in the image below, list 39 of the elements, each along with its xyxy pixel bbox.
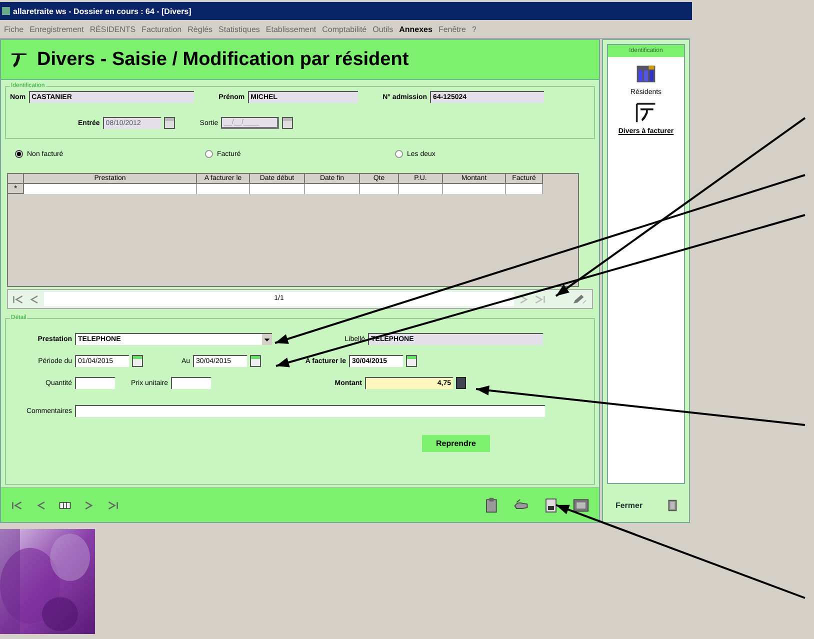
window-icon[interactable] [573, 497, 589, 513]
form-title: Divers - Saisie / Modification par résident [37, 48, 409, 70]
radio-button[interactable] [395, 150, 403, 158]
bar-chart-icon[interactable] [634, 63, 657, 85]
calendar-icon[interactable] [164, 117, 175, 129]
app-icon [2, 7, 10, 15]
table-cell[interactable] [197, 184, 250, 194]
window-title: allaretraite ws - Dossier en cours : 64 - [Divers] [13, 6, 192, 16]
door-icon [668, 498, 677, 512]
calendar-icon[interactable] [132, 355, 143, 367]
calendar-icon[interactable] [250, 355, 261, 367]
previous-record-icon[interactable] [35, 500, 47, 510]
page-icon[interactable] [543, 497, 559, 513]
clipboard-icon[interactable] [483, 497, 499, 513]
input-field[interactable] [75, 377, 115, 389]
menu-item[interactable]: Annexes [399, 24, 432, 34]
table-cell[interactable] [250, 184, 305, 194]
table-cell[interactable] [360, 184, 399, 194]
table-cell[interactable] [399, 184, 443, 194]
new-row-marker: * [8, 184, 24, 194]
input-field[interactable] [171, 377, 211, 389]
previous-record-icon[interactable] [28, 294, 40, 304]
calendar-icon[interactable] [282, 117, 294, 129]
brush-icon[interactable] [634, 102, 657, 124]
next-record-icon[interactable] [518, 294, 530, 304]
calendar-icon[interactable] [406, 355, 417, 367]
reprendre-button[interactable]: Reprendre [422, 435, 490, 452]
last-record-icon[interactable] [107, 500, 119, 510]
table-cell[interactable] [305, 184, 360, 194]
radio-button[interactable] [15, 150, 23, 158]
first-record-icon[interactable] [11, 500, 23, 510]
comment-field[interactable] [75, 405, 545, 417]
first-record-icon[interactable] [12, 294, 24, 304]
table-cell[interactable] [443, 184, 506, 194]
close-button[interactable]: Fermer [615, 500, 643, 510]
radio-button[interactable] [205, 150, 213, 158]
table-cell[interactable] [24, 184, 197, 194]
table-cell[interactable] [506, 184, 543, 194]
table-icon[interactable] [59, 500, 71, 510]
